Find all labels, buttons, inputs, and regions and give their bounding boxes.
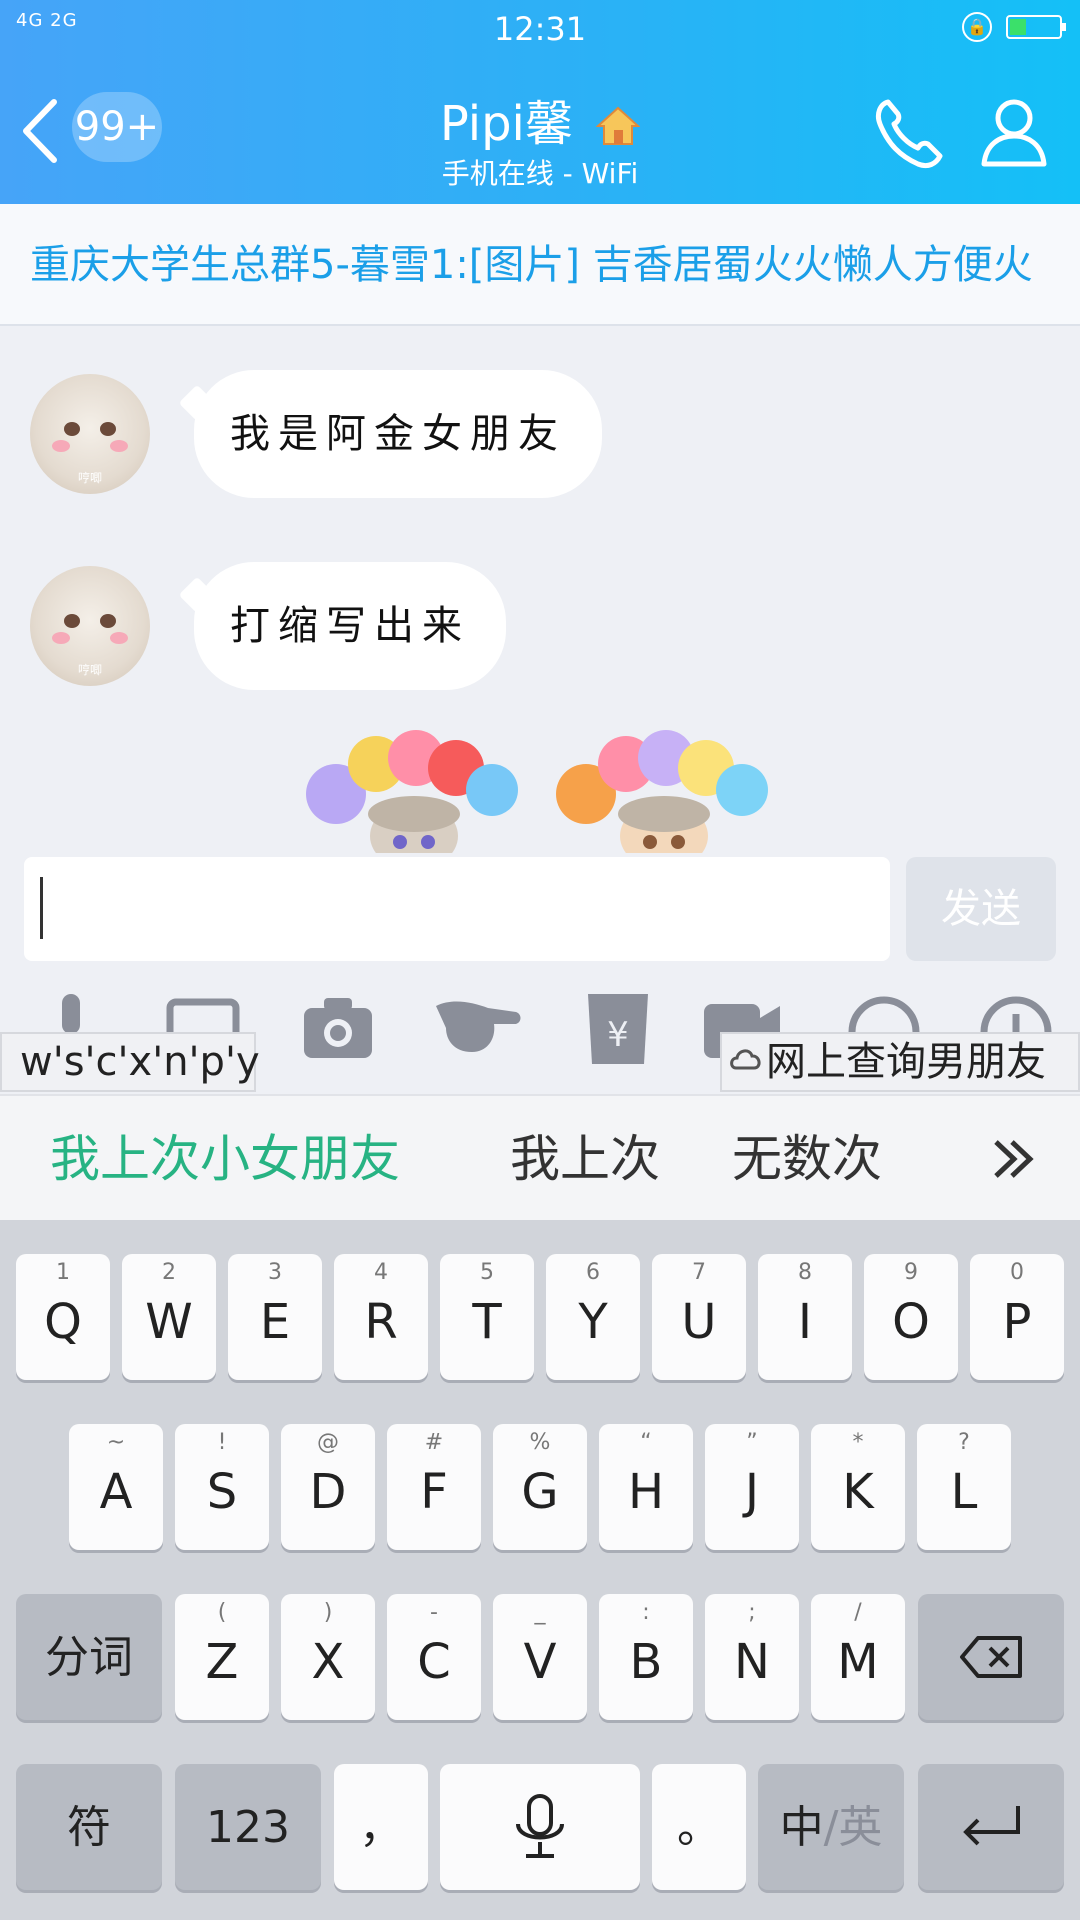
cloud-suggestion-text: 网上查询男朋友 <box>766 1039 1046 1085</box>
status-bar: 4G 2G 12:31 🔒 <box>0 10 1080 50</box>
send-button[interactable]: 发送 <box>906 857 1056 961</box>
key-l[interactable]: ? L <box>917 1424 1011 1550</box>
key-g[interactable]: % G <box>493 1424 587 1550</box>
microphone-icon <box>516 1794 564 1858</box>
candidate-word[interactable]: 我上次 <box>510 1096 660 1222</box>
expand-candidates-icon[interactable] <box>980 1124 1050 1194</box>
key-e[interactable]: 3E <box>228 1254 322 1380</box>
enter-arrow-icon <box>963 1806 1020 1846</box>
key-d[interactable]: @ D <box>281 1424 375 1550</box>
svg-text:¥: ¥ <box>607 1015 629 1055</box>
composer: 发送 <box>0 853 1080 965</box>
group-notification-bar[interactable]: 重庆大学生总群5-暮雪1:[图片] 吉香居蜀火火懒人方便火 <box>0 204 1080 326</box>
contact-profile-icon[interactable] <box>974 92 1054 172</box>
numbers-key[interactable]: 123 <box>175 1764 321 1890</box>
house-icon <box>596 106 641 145</box>
key-k[interactable]: * K <box>811 1424 905 1550</box>
key-h[interactable]: “H <box>599 1424 693 1550</box>
cloud-icon <box>730 1049 761 1070</box>
key-j[interactable]: ” J <box>705 1424 799 1550</box>
ime-candidate-bar: 我上次小女朋友 我上次 无数次 <box>0 1094 1080 1220</box>
rotation-lock-icon: 🔒 <box>962 12 992 42</box>
cloud-suggestion[interactable]: 网上查询男朋友 <box>720 1032 1080 1092</box>
key-i[interactable]: 8I <box>758 1254 852 1380</box>
lang-en-label: /英 <box>823 1802 883 1853</box>
avatar-caption: 哼唧 <box>77 663 102 677</box>
balloon-sticker-image[interactable] <box>296 724 796 853</box>
key-o[interactable]: 9O <box>864 1254 958 1380</box>
text-caret <box>40 877 43 939</box>
comma-key[interactable]: ， <box>334 1764 428 1890</box>
key-z[interactable]: (Z <box>175 1594 269 1720</box>
ime-composition-text: w's'c'x'n'p'y <box>0 1032 260 1092</box>
key-y[interactable]: 6Y <box>546 1254 640 1380</box>
camera-icon[interactable] <box>298 988 378 1068</box>
red-packet-icon[interactable]: ¥ <box>578 988 658 1068</box>
message-row: 哼唧 我是阿金女朋友 <box>30 370 602 498</box>
message-input[interactable] <box>24 857 890 961</box>
chat-header: 4G 2G 12:31 🔒 99+ Pipi馨 手机在线 - WiFi <box>0 0 1080 204</box>
key-n[interactable]: ; N <box>705 1594 799 1720</box>
message-bubble[interactable]: 打缩写出来 <box>194 562 506 690</box>
key-r[interactable]: 4R <box>334 1254 428 1380</box>
key-p[interactable]: 0P <box>970 1254 1064 1380</box>
period-key[interactable]: 。 <box>652 1764 746 1890</box>
phone-call-icon[interactable] <box>870 92 950 172</box>
segment-key[interactable]: 分词 <box>16 1594 162 1720</box>
symbols-key[interactable]: 符 <box>16 1764 162 1890</box>
language-switch-key[interactable]: 中/英 <box>758 1764 904 1890</box>
clock: 12:31 <box>493 10 587 48</box>
backspace-key[interactable] <box>918 1594 1064 1720</box>
key-x[interactable]: ) X <box>281 1594 375 1720</box>
battery-icon <box>1006 15 1066 39</box>
message-bubble[interactable]: 我是阿金女朋友 <box>194 370 602 498</box>
message-row: 哼唧 打缩写出来 <box>30 562 506 690</box>
avatar[interactable]: 哼唧 <box>30 566 150 686</box>
key-v[interactable]: _ V <box>493 1594 587 1720</box>
lang-cn-label: 中 <box>779 1802 824 1853</box>
status-right: 🔒 <box>962 12 1066 42</box>
avatar-caption: 哼唧 <box>77 471 102 485</box>
soft-keyboard: 1Q 2W 3E 4R 5T 6Y 7U 8I 9O 0P ~ A ! S @ D #… <box>0 1220 1080 1920</box>
key-u[interactable]: 7U <box>652 1254 746 1380</box>
enter-key[interactable] <box>918 1764 1064 1890</box>
contact-name: Pipi馨 <box>439 96 573 152</box>
key-w[interactable]: 2W <box>122 1254 216 1380</box>
key-a[interactable]: ~ A <box>69 1424 163 1550</box>
key-s[interactable]: ! S <box>175 1424 269 1550</box>
key-t[interactable]: 5T <box>440 1254 534 1380</box>
candidate-word[interactable]: 我上次小女朋友 <box>50 1096 400 1222</box>
key-c[interactable]: -C <box>387 1594 481 1720</box>
candidate-word[interactable]: 无数次 <box>732 1096 882 1222</box>
key-f[interactable]: # F <box>387 1424 481 1550</box>
key-b[interactable]: :B <box>599 1594 693 1720</box>
avatar[interactable]: 哼唧 <box>30 374 150 494</box>
backspace-icon <box>960 1636 1022 1678</box>
poke-hand-icon[interactable] <box>432 988 522 1068</box>
key-m[interactable]: / M <box>811 1594 905 1720</box>
key-q[interactable]: 1Q <box>16 1254 110 1380</box>
message-list[interactable]: 哼唧 我是阿金女朋友 哼唧 打缩写出来 <box>0 328 1080 853</box>
voice-input-key[interactable] <box>440 1764 640 1890</box>
